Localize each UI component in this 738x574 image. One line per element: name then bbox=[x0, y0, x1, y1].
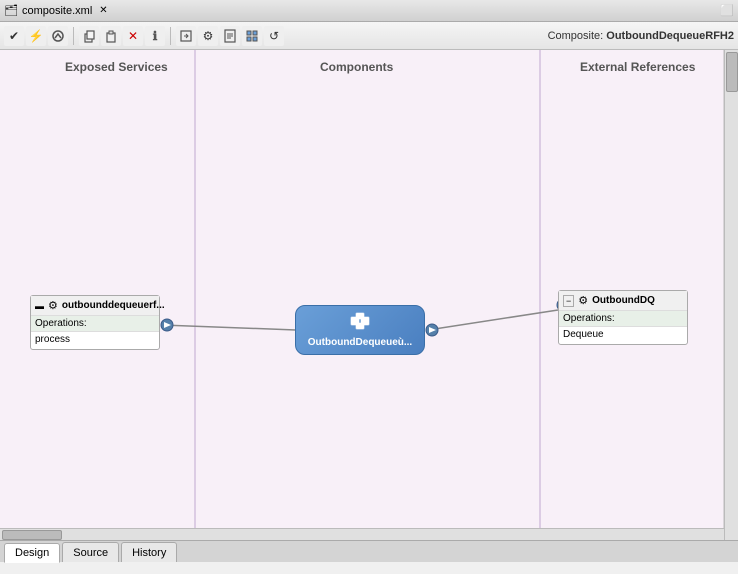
title-bar: 🗂 composite.xml ✕ ⬜ bbox=[0, 0, 738, 22]
external-node-header: − ⚙ OutboundDQ bbox=[559, 291, 687, 311]
tab-history[interactable]: History bbox=[121, 542, 177, 562]
close-tab-icon[interactable]: ✕ bbox=[99, 5, 107, 16]
external-operations-label: Operations: bbox=[559, 311, 687, 327]
deploy-button[interactable] bbox=[48, 26, 68, 46]
validate-button[interactable]: ✔ bbox=[4, 26, 24, 46]
composite-label: Composite: OutboundDequeueRFH2 bbox=[548, 30, 734, 42]
exposed-operation-item: process bbox=[31, 332, 159, 349]
exposed-operations-label: Operations: bbox=[31, 316, 159, 332]
scroll-thumb[interactable] bbox=[726, 52, 738, 92]
run-button[interactable]: ⚡ bbox=[26, 26, 46, 46]
refresh-button[interactable]: ↺ bbox=[264, 26, 284, 46]
vertical-scrollbar[interactable] bbox=[724, 50, 738, 540]
paste-button[interactable] bbox=[101, 26, 121, 46]
main-canvas: Exposed Services Components External Ref… bbox=[0, 50, 738, 540]
external-gear-icon: ⚙ bbox=[578, 294, 588, 307]
sep2 bbox=[170, 27, 171, 45]
exposed-node-port bbox=[158, 318, 176, 332]
components-header: Components bbox=[320, 60, 393, 74]
sep1 bbox=[73, 27, 74, 45]
tab-source[interactable]: Source bbox=[62, 542, 119, 562]
exposed-node-title: outbounddequeuerf... bbox=[62, 300, 165, 311]
window-title: composite.xml bbox=[22, 5, 92, 17]
horizontal-scrollbar[interactable] bbox=[0, 528, 724, 540]
title-left: 🗂 composite.xml ✕ bbox=[4, 4, 108, 17]
copy-button[interactable] bbox=[79, 26, 99, 46]
external-reference-node[interactable]: − ⚙ OutboundDQ Operations: Dequeue bbox=[558, 290, 688, 345]
external-node-title: OutboundDQ bbox=[592, 295, 655, 306]
external-minus-icon[interactable]: − bbox=[563, 295, 574, 307]
config-button[interactable]: ⚙ bbox=[198, 26, 218, 46]
h-scroll-thumb[interactable] bbox=[2, 530, 62, 540]
delete-button[interactable]: ✕ bbox=[123, 26, 143, 46]
info-button[interactable]: ℹ bbox=[145, 26, 165, 46]
wsdl-button[interactable] bbox=[220, 26, 240, 46]
tab-design[interactable]: Design bbox=[4, 543, 60, 563]
component-node[interactable]: OutboundDequeueù... bbox=[295, 305, 425, 355]
maximize-icon[interactable]: ⬜ bbox=[720, 4, 734, 17]
exposed-node-header: ▬ ⚙ outbounddequeuerf... bbox=[31, 296, 159, 316]
component-right-port bbox=[423, 323, 441, 337]
external-operation-item: Dequeue bbox=[559, 327, 687, 344]
import-button[interactable] bbox=[176, 26, 196, 46]
component-node-title: OutboundDequeueù... bbox=[308, 337, 412, 348]
exposed-services-node[interactable]: ▬ ⚙ outbounddequeuerf... Operations: pro… bbox=[30, 295, 160, 350]
toolbar: ✔ ⚡ ✕ ℹ ⚙ ↺ Composite: OutboundDequeueRF… bbox=[0, 22, 738, 50]
exposed-collapse-icon[interactable]: ▬ bbox=[35, 301, 44, 311]
external-references-header: External References bbox=[580, 60, 695, 74]
bottom-tab-bar: Design Source History bbox=[0, 540, 738, 562]
properties-button[interactable] bbox=[242, 26, 262, 46]
file-icon: 🗂 bbox=[4, 4, 18, 17]
exposed-services-header: Exposed Services bbox=[65, 60, 168, 74]
exposed-gear-icon: ⚙ bbox=[48, 299, 58, 312]
component-icon bbox=[350, 312, 370, 333]
